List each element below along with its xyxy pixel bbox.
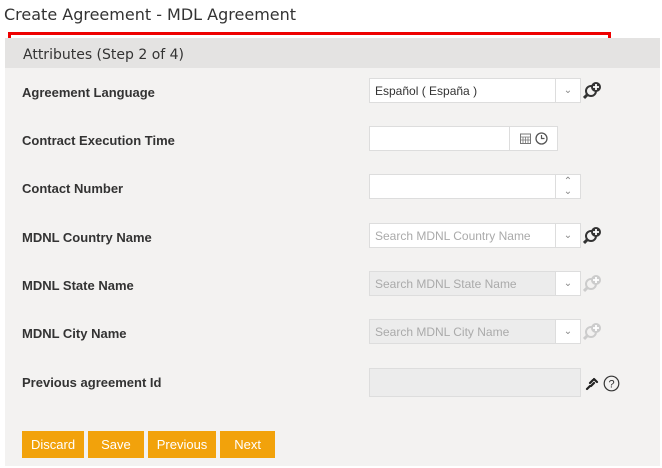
discard-button[interactable]: Discard bbox=[22, 431, 85, 458]
mdnl-state-select[interactable]: Search MDNL State Name ⌄ bbox=[369, 271, 581, 296]
page-title: Create Agreement - MDL Agreement bbox=[4, 5, 297, 24]
search-add-icon bbox=[583, 323, 601, 341]
contact-number-input[interactable]: ⌃ ⌄ bbox=[369, 174, 581, 199]
calendar-icon[interactable] bbox=[519, 133, 531, 144]
number-stepper[interactable]: ⌃ ⌄ bbox=[555, 175, 580, 198]
section-header: Attributes (Step 2 of 4) bbox=[5, 38, 660, 68]
help-icon[interactable]: ? bbox=[603, 375, 620, 392]
row-mdnl-state: MDNL State Name Search MDNL State Name ⌄ bbox=[5, 265, 660, 305]
contract-execution-time-input[interactable] bbox=[369, 126, 558, 151]
row-contract-execution-time: Contract Execution Time bbox=[5, 120, 660, 160]
search-add-icon[interactable] bbox=[583, 81, 603, 101]
label: MDNL State Name bbox=[22, 278, 134, 293]
row-previous-agreement-id: Previous agreement Id ? bbox=[5, 362, 660, 402]
label: Previous agreement Id bbox=[22, 375, 162, 390]
chevron-down-icon[interactable]: ⌄ bbox=[555, 79, 580, 102]
chevron-down-icon[interactable]: ⌄ bbox=[555, 224, 580, 247]
label: Agreement Language bbox=[22, 85, 155, 100]
label: MDNL Country Name bbox=[22, 230, 152, 245]
placeholder: Search MDNL City Name bbox=[375, 325, 510, 339]
row-contact-number: Contact Number ⌃ ⌄ bbox=[5, 168, 660, 208]
link-icon[interactable] bbox=[584, 376, 600, 392]
datetime-addon bbox=[509, 127, 557, 150]
search-add-icon[interactable] bbox=[583, 226, 603, 246]
row-agreement-language: Agreement Language Español ( España ) ⌄ bbox=[5, 72, 660, 112]
previous-agreement-id-input[interactable] bbox=[369, 368, 581, 397]
mdnl-city-select[interactable]: Search MDNL City Name ⌄ bbox=[369, 319, 581, 344]
agreement-language-select[interactable]: Español ( España ) ⌄ bbox=[369, 78, 581, 103]
placeholder: Search MDNL State Name bbox=[375, 277, 517, 291]
select-value: Español ( España ) bbox=[375, 84, 478, 98]
chevron-down-icon[interactable]: ⌄ bbox=[564, 186, 572, 197]
button-bar: Discard Save Previous Next bbox=[22, 431, 276, 458]
label: Contact Number bbox=[22, 181, 124, 196]
next-button[interactable]: Next bbox=[220, 431, 276, 458]
mdnl-country-select[interactable]: Search MDNL Country Name ⌄ bbox=[369, 223, 581, 248]
placeholder: Search MDNL Country Name bbox=[375, 229, 531, 243]
row-mdnl-country: MDNL Country Name Search MDNL Country Na… bbox=[5, 217, 660, 257]
label: Contract Execution Time bbox=[22, 133, 175, 148]
chevron-down-icon[interactable]: ⌄ bbox=[555, 320, 580, 343]
attributes-panel: Attributes (Step 2 of 4) Agreement Langu… bbox=[5, 38, 660, 466]
label: MDNL City Name bbox=[22, 326, 127, 341]
svg-text:?: ? bbox=[608, 379, 614, 391]
chevron-up-icon[interactable]: ⌃ bbox=[564, 176, 572, 187]
chevron-down-icon[interactable]: ⌄ bbox=[555, 272, 580, 295]
section-title: Attributes (Step 2 of 4) bbox=[23, 47, 185, 63]
search-add-icon bbox=[583, 275, 601, 293]
row-mdnl-city: MDNL City Name Search MDNL City Name ⌄ bbox=[5, 313, 660, 353]
save-button[interactable]: Save bbox=[88, 431, 144, 458]
previous-button[interactable]: Previous bbox=[147, 431, 217, 458]
clock-icon[interactable] bbox=[534, 132, 548, 145]
